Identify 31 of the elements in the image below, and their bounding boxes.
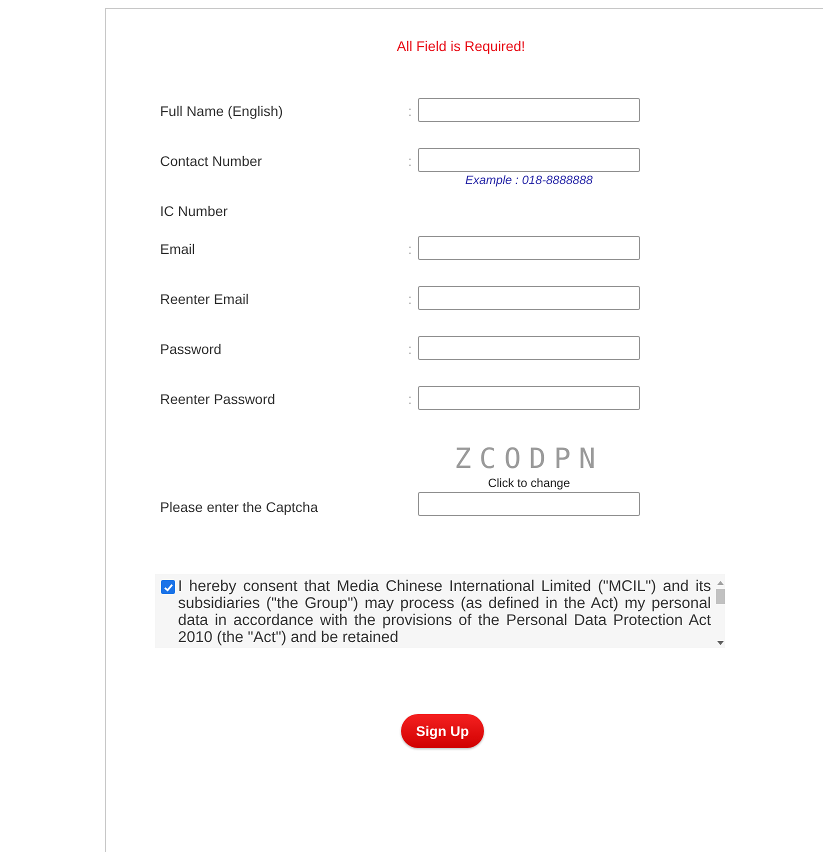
example-hint: Example : 018-8888888 <box>465 173 593 187</box>
input-field[interactable] <box>418 148 640 172</box>
captcha-input-field[interactable] <box>418 492 640 516</box>
sign-up-button[interactable]: Sign Up <box>401 714 484 748</box>
colon-separator: : <box>408 340 413 357</box>
colon-separator: : <box>408 152 413 169</box>
consent-checkbox[interactable] <box>161 580 175 594</box>
input-field[interactable] <box>418 336 640 360</box>
field-label: IC Number <box>160 202 229 219</box>
field-label: Password <box>160 340 222 357</box>
input-field[interactable] <box>418 98 640 122</box>
colon-separator: : <box>408 240 413 257</box>
colon-separator: : <box>408 290 413 307</box>
field-label: Email <box>160 240 196 257</box>
change-captcha-link[interactable]: Click to change <box>488 476 570 490</box>
colon-separator: : <box>408 390 413 407</box>
scrollbar[interactable] <box>715 578 725 646</box>
colon-separator: : <box>408 102 413 119</box>
scroll-up-arrow-icon[interactable] <box>716 580 724 585</box>
required-notice: All Field is Required! <box>396 38 526 54</box>
input-field[interactable] <box>418 286 640 310</box>
consent-text: I hereby consent that Media Chinese International Limited ("MCIL") and its subsidiaries ("the Group") may process (as defined in the Act) my personal data in accordance with the provisions of the Personal Data Protection Act 2010 (the "Act") and be retained <box>178 578 711 646</box>
input-field[interactable] <box>418 386 640 410</box>
field-label: Full Name (English) <box>160 102 284 119</box>
field-label: Reenter Password <box>160 390 276 407</box>
field-label: Reenter Email <box>160 290 250 307</box>
input-field[interactable] <box>418 236 640 260</box>
field-label: Please enter the Captcha <box>160 498 319 515</box>
captcha-image[interactable]: ZCODPN <box>454 442 604 476</box>
field-label: Contact Number <box>160 152 263 169</box>
scroll-down-arrow-icon[interactable] <box>716 641 724 646</box>
